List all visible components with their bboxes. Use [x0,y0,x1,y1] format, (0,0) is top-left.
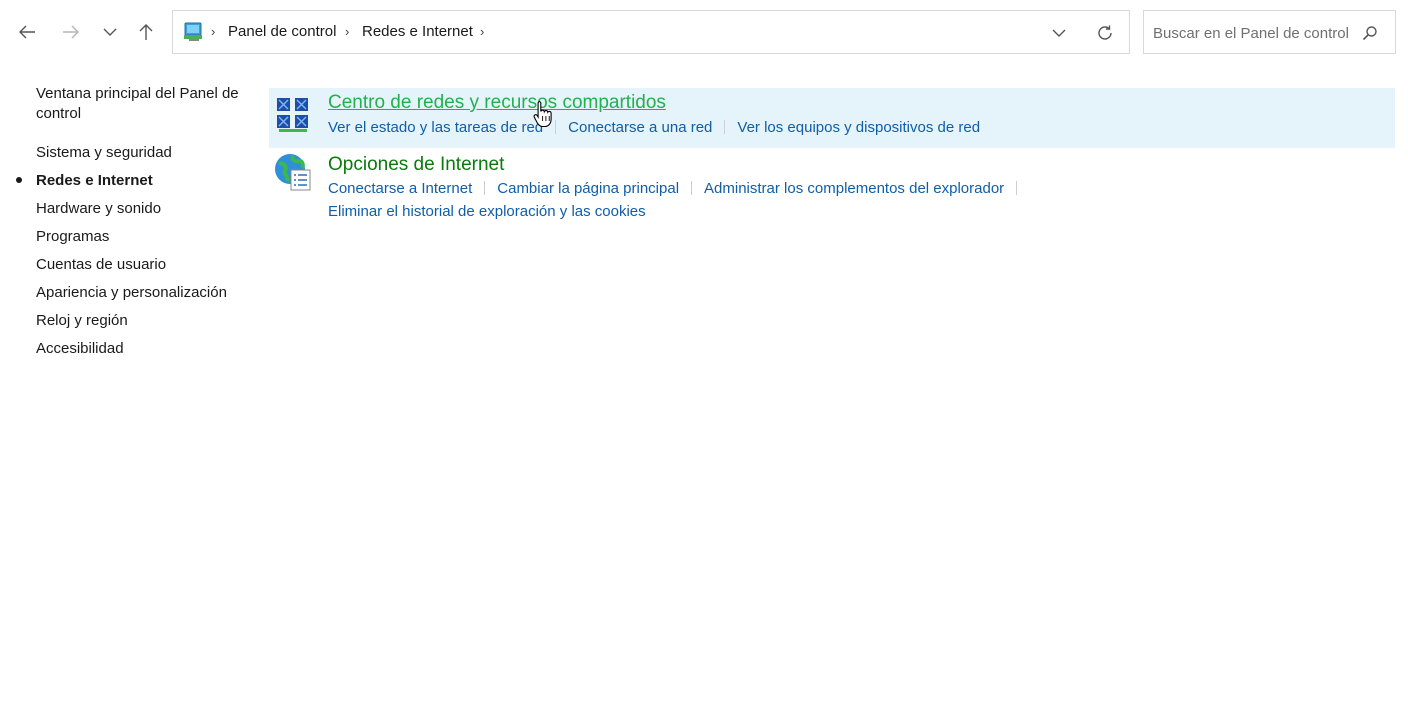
sidebar-item-user-accounts[interactable]: Cuentas de usuario [36,255,166,275]
task-connect-to-network[interactable]: Conectarse a una red [568,119,712,136]
task-manage-addons[interactable]: Administrar los complementos del explora… [704,180,1004,197]
address-bar[interactable]: › Panel de control › Redes e Internet › [172,10,1130,54]
internet-task-list-row-2: Eliminar el historial de exploración y l… [328,203,646,220]
task-separator [691,181,693,195]
network-sharing-center-link[interactable]: Centro de redes y recursos compartidos [328,92,666,114]
task-separator [1016,181,1018,195]
sidebar-home-link[interactable]: Ventana principal del Panel de control [36,84,251,124]
sidebar-item-programs[interactable]: Programas [36,227,109,247]
search-input[interactable] [1153,22,1358,44]
task-view-network-devices[interactable]: Ver los equipos y dispositivos de red [737,119,980,136]
task-separator [484,181,486,195]
search-box[interactable] [1143,10,1396,54]
forward-button[interactable] [59,20,83,44]
task-connect-to-internet[interactable]: Conectarse a Internet [328,180,472,197]
chevron-down-icon [1052,29,1066,37]
breadcrumb-network-internet[interactable]: Redes e Internet [362,23,473,40]
breadcrumb-separator[interactable]: › [480,24,484,39]
internet-task-list: Conectarse a Internet Cambiar la página p… [328,180,1029,197]
breadcrumb-control-panel[interactable]: Panel de control [228,23,336,40]
recent-locations-button[interactable] [98,20,122,44]
breadcrumb-separator[interactable]: › [345,24,349,39]
task-separator [724,120,726,134]
task-delete-browsing-history[interactable]: Eliminar el historial de exploración y l… [328,203,646,220]
active-bullet [16,177,22,183]
internet-options-link[interactable]: Opciones de Internet [328,154,504,176]
sidebar-item-appearance[interactable]: Apariencia y personalización [36,283,227,303]
task-change-home-page[interactable]: Cambiar la página principal [497,180,679,197]
navigation-bar: › Panel de control › Redes e Internet › [0,0,1408,62]
arrow-left-icon [19,25,35,39]
control-panel-icon [184,22,202,41]
task-view-network-status[interactable]: Ver el estado y las tareas de red [328,119,543,136]
sidebar-item-system-security[interactable]: Sistema y seguridad [36,143,172,163]
internet-options-icon [275,154,311,191]
search-icon[interactable] [1362,25,1378,41]
chevron-down-icon [103,28,117,36]
refresh-icon [1098,25,1112,40]
sidebar-item-hardware-sound[interactable]: Hardware y sonido [36,199,161,219]
breadcrumb-separator[interactable]: › [211,24,215,39]
refresh-button[interactable] [1095,23,1115,43]
arrow-up-icon [139,24,153,40]
sidebar-item-network-internet[interactable]: Redes e Internet [36,171,153,191]
sidebar-item-clock-region[interactable]: Reloj y región [36,311,128,331]
arrow-right-icon [63,25,79,39]
address-dropdown-button[interactable] [1049,23,1069,43]
network-task-list: Ver el estado y las tareas de red Conecta… [328,119,980,136]
network-sharing-icon [277,98,308,132]
task-separator [555,120,557,134]
category-internet-options: Opciones de Internet Conectarse a Intern… [269,150,1395,226]
up-button[interactable] [134,20,158,44]
back-button[interactable] [15,20,39,44]
category-network-sharing: Centro de redes y recursos compartidos V… [269,88,1395,148]
sidebar-item-accessibility[interactable]: Accesibilidad [36,339,124,359]
